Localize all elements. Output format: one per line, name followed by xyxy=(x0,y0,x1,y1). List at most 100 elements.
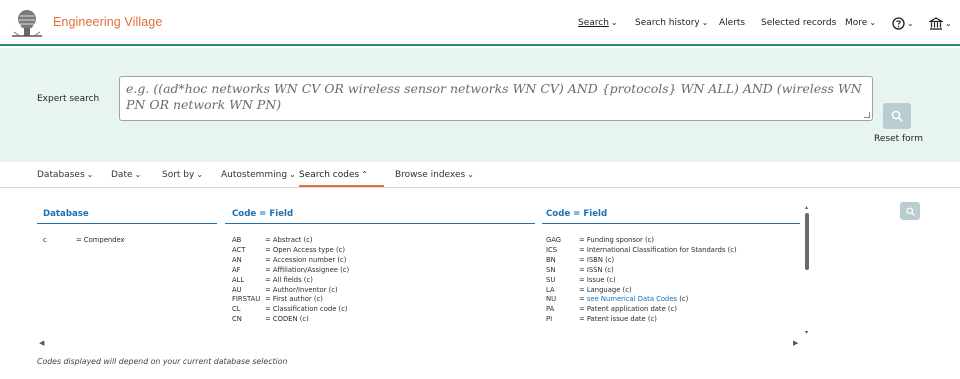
code-row: SU = Issue (c) xyxy=(546,276,812,285)
field-description: = Abstract (c) xyxy=(265,236,313,244)
field-code: SU xyxy=(546,275,556,284)
code-field-header-1: Code = Field xyxy=(232,209,294,219)
chevron-down-icon: ⌄ xyxy=(467,170,474,179)
field-description: = Language (c) xyxy=(579,285,632,294)
chevron-down-icon: ⌄ xyxy=(86,170,94,179)
code-row: GAG = Funding sponsor (c) xyxy=(546,236,812,245)
chevron-down-icon: ⌄ xyxy=(196,170,204,179)
help-menu[interactable]: ⌄ xyxy=(892,14,914,32)
code-row: NU = see Numerical Data Codes (c) xyxy=(546,295,812,304)
scroll-down-arrow-icon[interactable]: ▾ xyxy=(805,328,808,337)
codes-footnote: Codes displayed will depend on your curr… xyxy=(37,357,288,366)
tab-date[interactable]: Date ⌄ xyxy=(111,170,141,180)
reset-form-link[interactable]: Reset form xyxy=(874,134,923,144)
chevron-down-icon: ⌄ xyxy=(869,18,877,27)
search-panel: Expert search e.g. ((ad*hoc networks WN … xyxy=(0,48,960,162)
search-button[interactable] xyxy=(883,103,911,129)
chevron-down-icon: ⌄ xyxy=(945,18,952,28)
search-codes-panel: Database Code = Field Code = Field c = C… xyxy=(37,196,812,348)
nav-search-history[interactable]: Search history ⌄ xyxy=(635,18,708,28)
nav-selected-records-label: Selected records xyxy=(761,18,837,28)
tab-browse-indexes-label: Browse indexes xyxy=(395,170,466,180)
database-code: c xyxy=(43,236,47,244)
code-row: FIRSTAU = First author (c) xyxy=(232,295,532,304)
nav-search-history-label: Search history xyxy=(635,18,700,28)
code-field-rule-1 xyxy=(225,223,535,224)
scroll-right-arrow-icon[interactable]: ▶ xyxy=(793,339,798,347)
database-header: Database xyxy=(43,209,89,219)
database-header-rule xyxy=(37,223,217,224)
code-row: CN = CODEN (c) xyxy=(232,315,532,324)
tab-date-label: Date xyxy=(111,170,133,180)
nav-search[interactable]: Search ⌄ xyxy=(578,18,618,28)
top-header: Engineering Village Search ⌄ Search histo… xyxy=(0,0,960,46)
code-field-rule-2 xyxy=(542,223,800,224)
chevron-down-icon: ⌄ xyxy=(134,170,142,179)
tab-browse-indexes[interactable]: Browse indexes ⌄ xyxy=(395,170,474,180)
field-description: = All fields (c) xyxy=(265,275,313,284)
nav-selected-records[interactable]: Selected records xyxy=(761,18,836,28)
field-code: SN xyxy=(546,265,556,274)
field-code: AF xyxy=(232,265,241,274)
option-tabs: Databases ⌄ Date ⌄ Sort by ⌄ Autostemming ⌄ … xyxy=(0,162,960,188)
field-code: ALL xyxy=(232,275,245,284)
resize-handle-icon[interactable] xyxy=(864,112,870,118)
question-circle-icon xyxy=(892,16,905,30)
field-code: CN xyxy=(232,315,242,324)
vertical-scrollbar-thumb[interactable] xyxy=(805,213,809,270)
field-code: ACT xyxy=(232,245,246,254)
field-code: BN xyxy=(546,255,556,264)
field-code: FIRSTAU xyxy=(232,295,261,304)
scroll-left-arrow-icon[interactable]: ◀ xyxy=(39,339,44,347)
scroll-up-arrow-icon[interactable]: ▴ xyxy=(805,203,808,212)
code-row: ACT = Open Access type (c) xyxy=(232,246,532,255)
field-description: = ISSN (c) xyxy=(579,265,614,274)
chevron-up-icon: ⌃ xyxy=(361,170,368,179)
code-row: AF = Affiliation/Assignee (c) xyxy=(232,266,532,275)
elsevier-logo-icon[interactable] xyxy=(8,6,46,40)
search-icon xyxy=(891,110,903,122)
code-row: ICS = International Classification for St… xyxy=(546,246,812,255)
institution-menu[interactable]: ⌄ xyxy=(929,14,952,32)
field-code: PI xyxy=(546,315,553,324)
field-description: = Accession number (c) xyxy=(265,255,347,264)
code-row: SN = ISSN (c) xyxy=(546,266,812,275)
tab-search-codes[interactable]: Search codes ⌃ xyxy=(299,170,368,180)
database-name: = Compendex xyxy=(76,236,125,244)
code-row: AN = Accession number (c) xyxy=(232,256,532,265)
search-placeholder: e.g. ((ad*hoc networks WN CV OR wireless… xyxy=(126,81,862,112)
field-code: NU xyxy=(546,295,557,304)
nav-search-label: Search xyxy=(578,18,609,28)
field-description: = Open Access type (c) xyxy=(265,245,345,254)
field-description: = First author (c) xyxy=(265,295,323,304)
search-icon xyxy=(905,206,915,216)
tab-autostemming[interactable]: Autostemming ⌄ xyxy=(221,170,296,180)
field-description: = Author/Inventor (c) xyxy=(265,285,338,294)
chevron-down-icon: ⌄ xyxy=(701,18,709,27)
field-code: GAG xyxy=(546,236,562,244)
nav-alerts[interactable]: Alerts xyxy=(719,18,745,28)
code-row: PA = Patent application date (c) xyxy=(546,305,812,314)
code-row: ALL = All fields (c) xyxy=(232,276,532,285)
field-code: ICS xyxy=(546,245,558,254)
tab-sort-by[interactable]: Sort by ⌄ xyxy=(162,170,203,180)
tab-databases[interactable]: Databases ⌄ xyxy=(37,170,93,180)
code-row: LA = Language (c) xyxy=(546,286,812,295)
brand-name[interactable]: Engineering Village xyxy=(53,15,162,29)
nav-more[interactable]: More ⌄ xyxy=(845,18,876,28)
field-description: = Classification code (c) xyxy=(265,305,348,314)
nav-more-label: More xyxy=(845,18,868,28)
field-code: AN xyxy=(232,255,242,264)
numerical-data-codes-link[interactable]: see Numerical Data Codes xyxy=(587,295,677,303)
codes-search-button[interactable] xyxy=(900,202,920,220)
code-row: AU = Author/Inventor (c) xyxy=(232,286,532,295)
field-code: LA xyxy=(546,285,555,294)
expert-search-input[interactable]: e.g. ((ad*hoc networks WN CV OR wireless… xyxy=(119,76,873,121)
chevron-down-icon: ⌄ xyxy=(610,18,618,27)
field-description: = Issue (c) xyxy=(579,275,616,284)
nav-alerts-label: Alerts xyxy=(719,18,746,28)
code-row: AB = Abstract (c) xyxy=(232,236,532,245)
field-description: = Funding sponsor (c) xyxy=(579,236,655,244)
field-description: = CODEN (c) xyxy=(265,315,309,324)
code-row: BN = ISBN (c) xyxy=(546,256,812,265)
